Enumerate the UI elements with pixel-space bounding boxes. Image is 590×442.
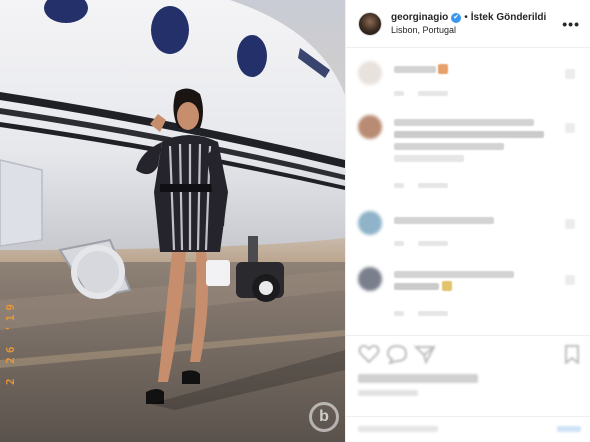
verified-badge-icon: ✔: [451, 12, 462, 23]
commenter-avatar: [358, 61, 382, 85]
blurred-text: [394, 131, 544, 138]
blurred-text: [418, 183, 448, 188]
photo-date-stamp: 2 26 '19: [4, 300, 17, 385]
blurred-text: [394, 311, 404, 316]
blurred-text: [394, 283, 439, 290]
blurred-text: [394, 271, 514, 278]
post-comment-button[interactable]: [557, 426, 581, 432]
comment-like-icon[interactable]: [565, 123, 575, 133]
header-line: georginagio ✔ • İstek Gönderildi: [391, 12, 562, 23]
blurred-text: [418, 241, 448, 246]
heart-icon[interactable]: [358, 344, 380, 364]
blurred-text: [394, 119, 534, 126]
username-link[interactable]: georginagio: [391, 12, 448, 23]
commenter-avatar: [358, 211, 382, 235]
share-icon[interactable]: [413, 344, 436, 365]
blurred-text: [394, 183, 404, 188]
photo-scene: [0, 0, 345, 442]
post-header: georginagio ✔ • İstek Gönderildi Lisbon,…: [346, 0, 590, 48]
more-options-icon[interactable]: •••: [562, 16, 580, 32]
commenter-avatar: [358, 267, 382, 291]
commenter-avatar: [358, 115, 382, 139]
blurred-text: [394, 217, 494, 224]
blurred-text: [394, 241, 404, 246]
separator-dot: •: [464, 12, 468, 23]
add-comment-bar: [346, 416, 590, 442]
follow-request-sent-button[interactable]: İstek Gönderildi: [471, 12, 547, 23]
post-timestamp: [358, 390, 418, 396]
post-actions: [346, 335, 590, 442]
post-photo[interactable]: 2 26 '19 b: [0, 0, 345, 442]
bookmark-icon[interactable]: [561, 344, 583, 366]
blurred-text: [418, 311, 448, 316]
blurred-emoji: [438, 64, 448, 74]
blurred-text: [394, 155, 464, 162]
comment-like-icon[interactable]: [565, 69, 575, 79]
avatar[interactable]: [358, 11, 382, 36]
comment-like-icon[interactable]: [565, 275, 575, 285]
comments-list[interactable]: [346, 49, 590, 335]
blurred-text: [394, 66, 436, 73]
header-text: georginagio ✔ • İstek Gönderildi Lisbon,…: [391, 12, 562, 35]
blurred-emoji: [442, 281, 452, 291]
location-link[interactable]: Lisbon, Portugal: [391, 25, 562, 35]
comment-like-icon[interactable]: [565, 219, 575, 229]
watermark-logo: b: [309, 402, 339, 432]
comment-icon[interactable]: [386, 344, 408, 365]
blurred-text: [394, 143, 504, 150]
likes-count[interactable]: [358, 374, 478, 383]
comment-input[interactable]: [358, 426, 438, 432]
blurred-text: [418, 91, 448, 96]
blurred-text: [394, 91, 404, 96]
post-sidebar: georginagio ✔ • İstek Gönderildi Lisbon,…: [345, 0, 590, 442]
